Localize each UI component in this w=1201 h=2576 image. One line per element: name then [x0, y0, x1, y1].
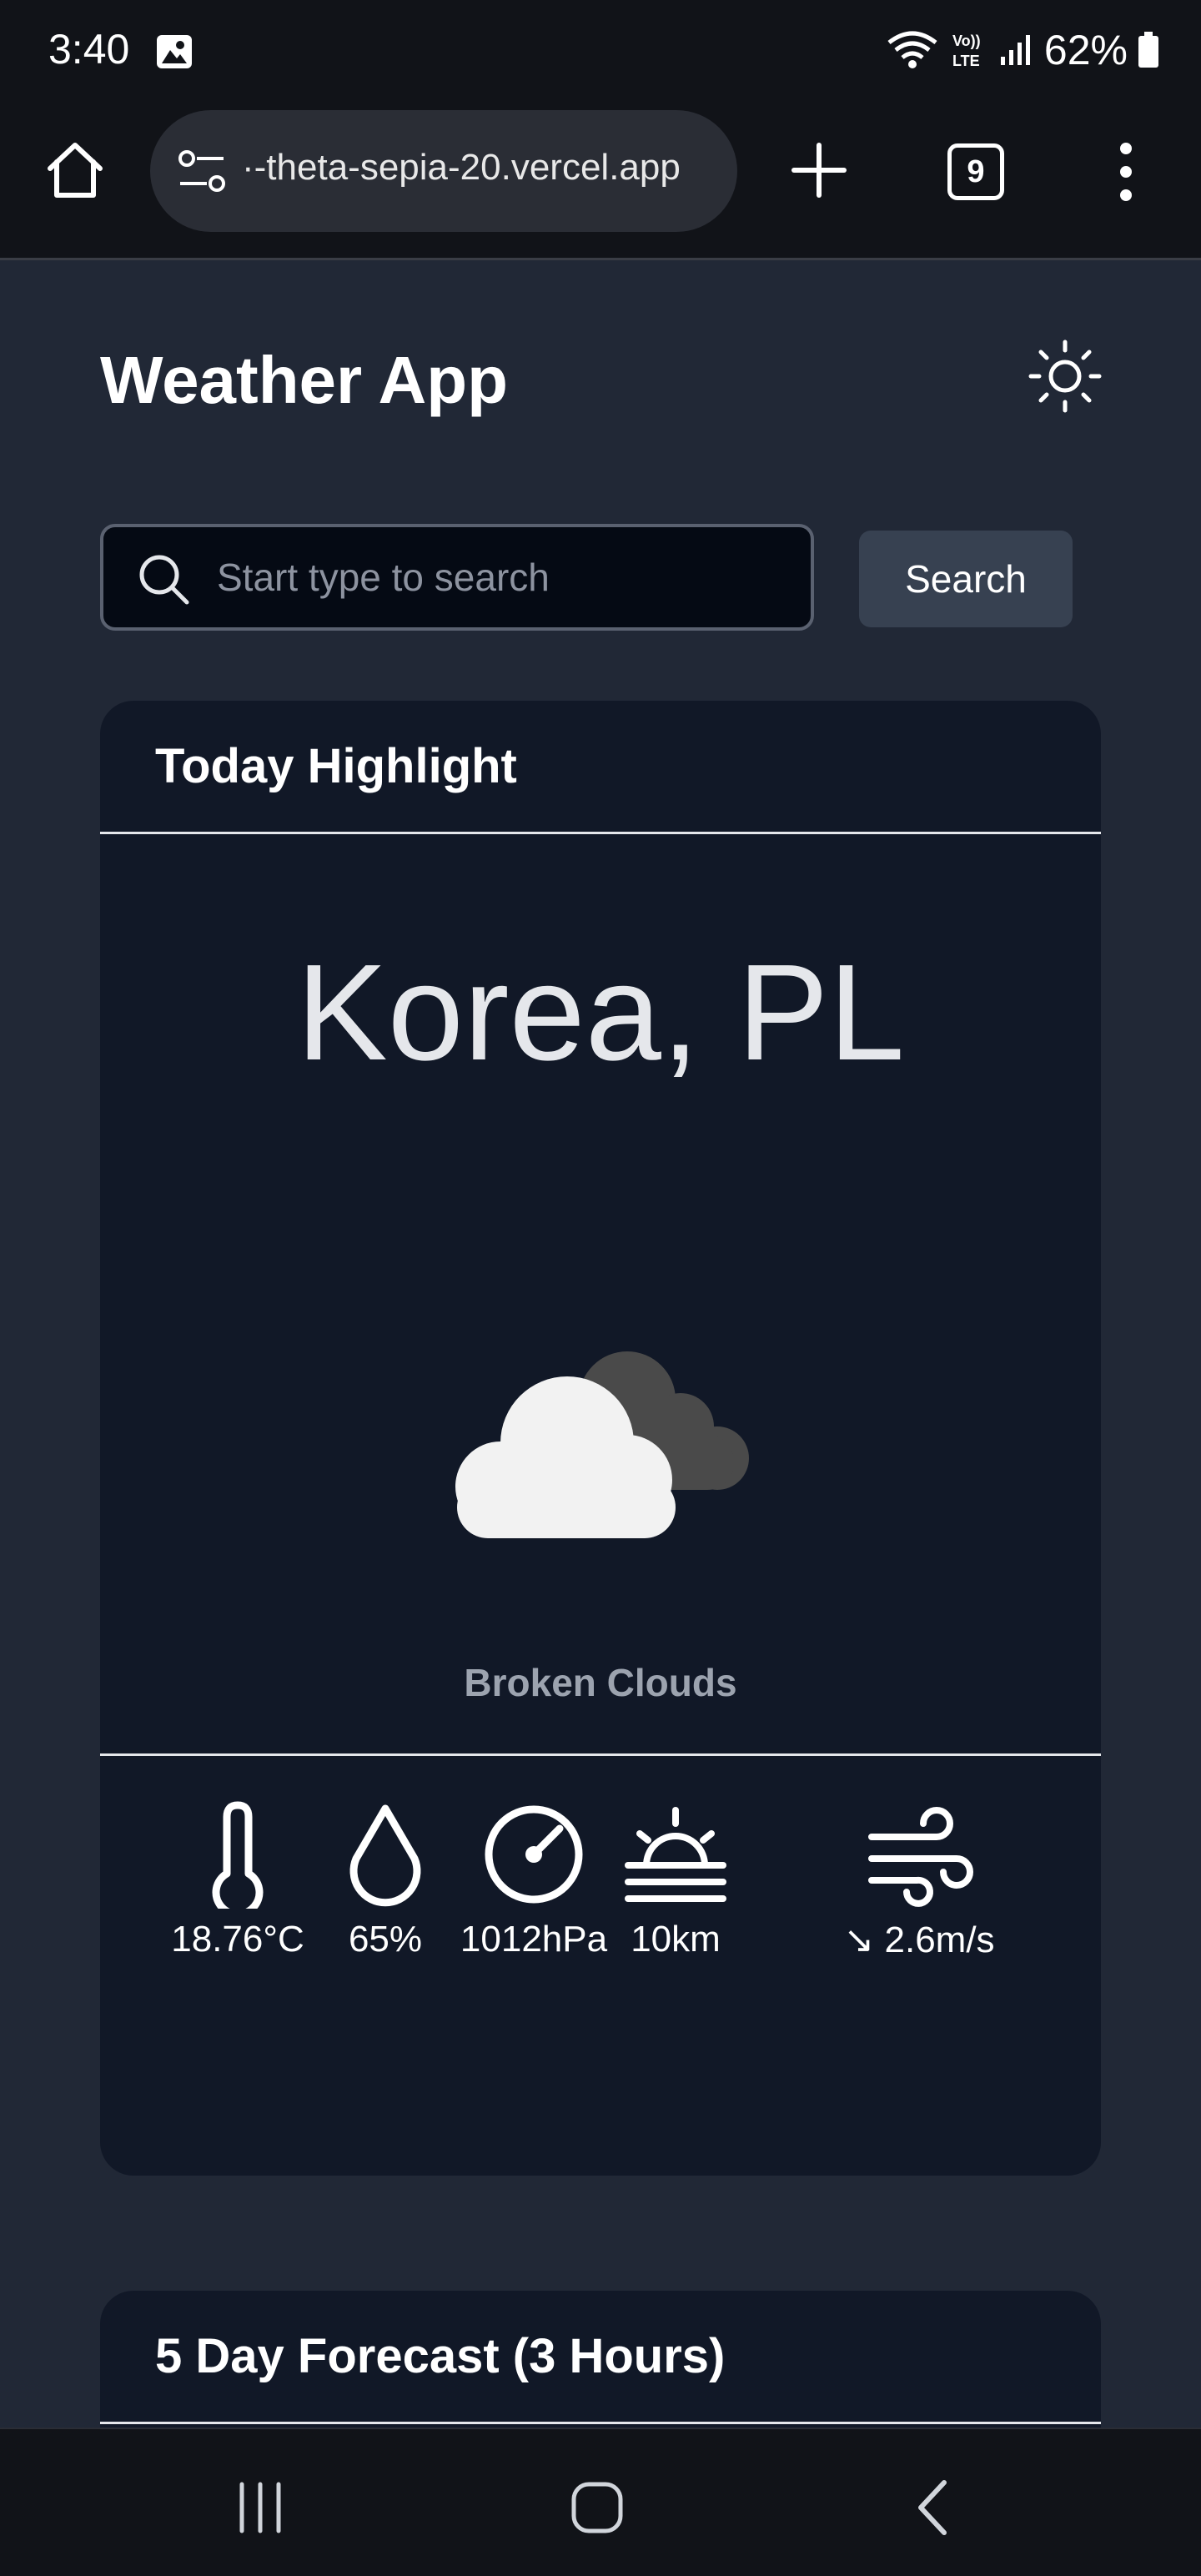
back-icon[interactable] — [901, 2474, 967, 2541]
battery-percent: 62% — [1043, 27, 1128, 73]
browser-toolbar: ·-theta-sepia-20.vercel.app 9 — [0, 100, 1201, 260]
system-nav-bar — [0, 2428, 1201, 2576]
humidity-drop-icon — [349, 1804, 421, 1907]
gallery-icon — [157, 35, 192, 68]
site-settings-icon[interactable] — [177, 148, 227, 195]
search-icon — [139, 555, 189, 605]
wifi-icon — [887, 31, 937, 68]
broken-clouds-icon — [455, 1351, 749, 1538]
volte-icon: Vo)) LTE — [952, 33, 981, 69]
thermometer-icon — [212, 1801, 264, 1909]
recent-apps-icon[interactable] — [227, 2474, 294, 2541]
stat-wind: ↘ 2.6m/s — [819, 1800, 1019, 1961]
new-tab-icon[interactable] — [789, 140, 849, 200]
web-page: Weather App Search Today Highlight Korea… — [0, 260, 1201, 2428]
svg-text:LTE: LTE — [952, 53, 980, 69]
wind-icon — [868, 1807, 973, 1907]
sun-icon[interactable] — [1028, 339, 1103, 414]
card-title: Today Highlight — [155, 739, 517, 793]
page-title: Weather App — [100, 343, 508, 417]
tab-switcher-button[interactable]: 9 — [947, 143, 1004, 200]
forecast-card-header: 5 Day Forecast (3 Hours) — [100, 2291, 1101, 2424]
signal-icon — [1000, 35, 1030, 65]
wind-value: ↘ 2.6m/s — [843, 1919, 995, 1960]
city-name: Korea, PL — [296, 936, 905, 1089]
visibility-value: 10km — [631, 1919, 721, 1960]
address-bar[interactable]: ·-theta-sepia-20.vercel.app — [150, 110, 737, 232]
more-menu-icon[interactable] — [1109, 138, 1143, 205]
forecast-title: 5 Day Forecast (3 Hours) — [155, 2329, 726, 2383]
stat-visibility: 10km — [617, 1800, 734, 1960]
battery-icon — [1138, 32, 1158, 68]
svg-text:Vo)): Vo)) — [952, 33, 981, 49]
home-icon[interactable] — [42, 137, 108, 204]
card-header: Today Highlight — [100, 701, 1101, 834]
divider — [100, 1753, 1101, 1756]
status-bar: 3:40 Vo)) LTE 62% — [0, 0, 1201, 100]
url-text[interactable]: ·-theta-sepia-20.vercel.app — [242, 147, 681, 189]
search-field[interactable] — [100, 524, 814, 631]
temperature-value: 18.76°C — [171, 1919, 304, 1960]
weather-description: Broken Clouds — [464, 1661, 737, 1704]
stat-temperature: 18.76°C — [171, 1800, 304, 1960]
status-icons: Vo)) LTE 62% — [886, 25, 1159, 75]
search-button[interactable]: Search — [859, 531, 1073, 627]
home-nav-icon[interactable] — [564, 2474, 631, 2541]
today-highlight-card: Today Highlight Korea, PL Broken Clouds — [100, 701, 1101, 2176]
stat-humidity: 65% — [327, 1800, 444, 1960]
sunrise-icon — [625, 1807, 726, 1902]
search-input[interactable] — [217, 527, 792, 627]
pressure-value: 1012hPa — [460, 1919, 608, 1960]
status-time: 3:40 — [48, 26, 130, 73]
humidity-value: 65% — [348, 1919, 423, 1960]
weather-stats: 18.76°C 65% 1012hPa 10km ↘ 2.6m/s — [100, 1800, 1101, 1967]
gauge-icon — [485, 1805, 583, 1904]
forecast-card: 5 Day Forecast (3 Hours) — [100, 2291, 1101, 2428]
stat-pressure: 1012hPa — [450, 1800, 617, 1960]
